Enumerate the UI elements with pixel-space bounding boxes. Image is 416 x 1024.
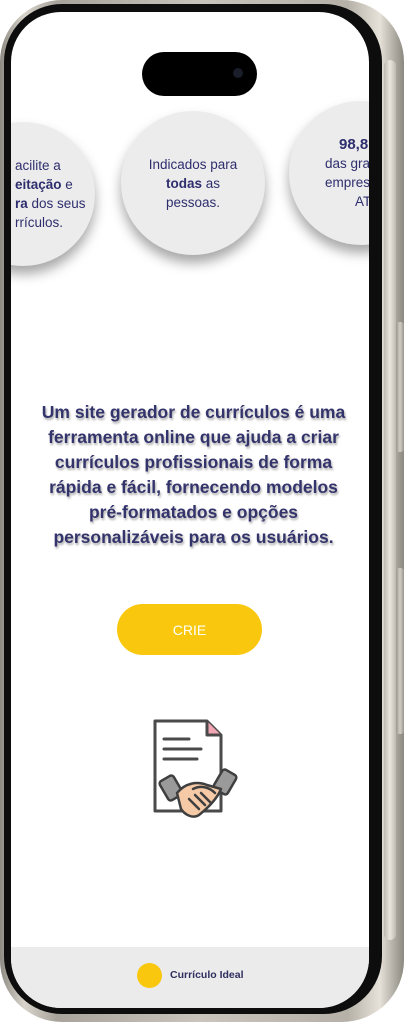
circle1-line1: acilite a (15, 158, 61, 173)
create-button[interactable]: CRIE (117, 604, 262, 655)
bottom-bar: Currículo Ideal (11, 947, 369, 1008)
feature-circle-1: acilite a eitação e ra dos seus rrículos… (11, 122, 95, 266)
hero-headline: Um site gerador de currículos é uma ferr… (41, 402, 346, 547)
circle1-line3-rest: dos seus (27, 196, 86, 211)
action-button (396, 322, 404, 452)
circle1-line2-rest: e (61, 177, 73, 192)
volume-button (396, 568, 404, 734)
circle2-line2-rest: as (202, 175, 221, 191)
circle2-bold: todas (165, 175, 202, 191)
circle3-stat: 98,8 (339, 136, 369, 153)
circle3-line2: das gran (325, 156, 369, 171)
circle3-line3: empresas (325, 175, 369, 190)
phone-side-edge (384, 60, 396, 940)
phone-screen: acilite a eitação e ra dos seus rrículos… (11, 12, 369, 1008)
feature-circle-2-text: Indicados para todas as pessoas. (133, 155, 253, 212)
camera-icon (233, 68, 243, 78)
feature-circle-1-text: acilite a eitação e ra dos seus rrículos… (15, 156, 95, 232)
feature-circle-3-text: 98,8 das gran empresas ATS. (325, 135, 369, 211)
circle1-bold2: ra (15, 196, 28, 211)
brand-name[interactable]: Currículo Ideal (170, 969, 244, 981)
feature-circle-3: 98,8 das gran empresas ATS. (289, 101, 369, 245)
document-handshake-icon (153, 719, 238, 818)
circle3-line4: ATS. (355, 194, 369, 209)
dynamic-island (142, 52, 257, 96)
brand-logo-icon (137, 963, 162, 988)
circle2-line3: pessoas. (165, 194, 221, 210)
circle2-line1: Indicados para (148, 156, 238, 172)
feature-circle-2: Indicados para todas as pessoas. (121, 111, 265, 255)
circle1-line4: rrículos. (15, 215, 64, 230)
circle1-bold1: eitação (15, 177, 62, 192)
